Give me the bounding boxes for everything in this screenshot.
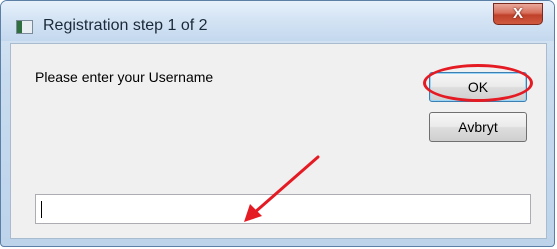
username-input[interactable] bbox=[35, 194, 531, 224]
dialog-window: Registration step 1 of 2 X Please enter … bbox=[0, 0, 555, 247]
window-title: Registration step 1 of 2 bbox=[43, 17, 208, 34]
text-caret bbox=[41, 201, 42, 218]
cancel-button[interactable]: Avbryt bbox=[429, 112, 527, 142]
username-prompt-label: Please enter your Username bbox=[35, 69, 214, 85]
dialog-body: Please enter your Username OK Avbryt bbox=[10, 43, 547, 239]
close-button[interactable]: X bbox=[493, 3, 543, 25]
ok-button[interactable]: OK bbox=[429, 72, 527, 102]
app-window-icon bbox=[16, 20, 33, 34]
title-bar[interactable]: Registration step 1 of 2 X bbox=[1, 1, 554, 41]
